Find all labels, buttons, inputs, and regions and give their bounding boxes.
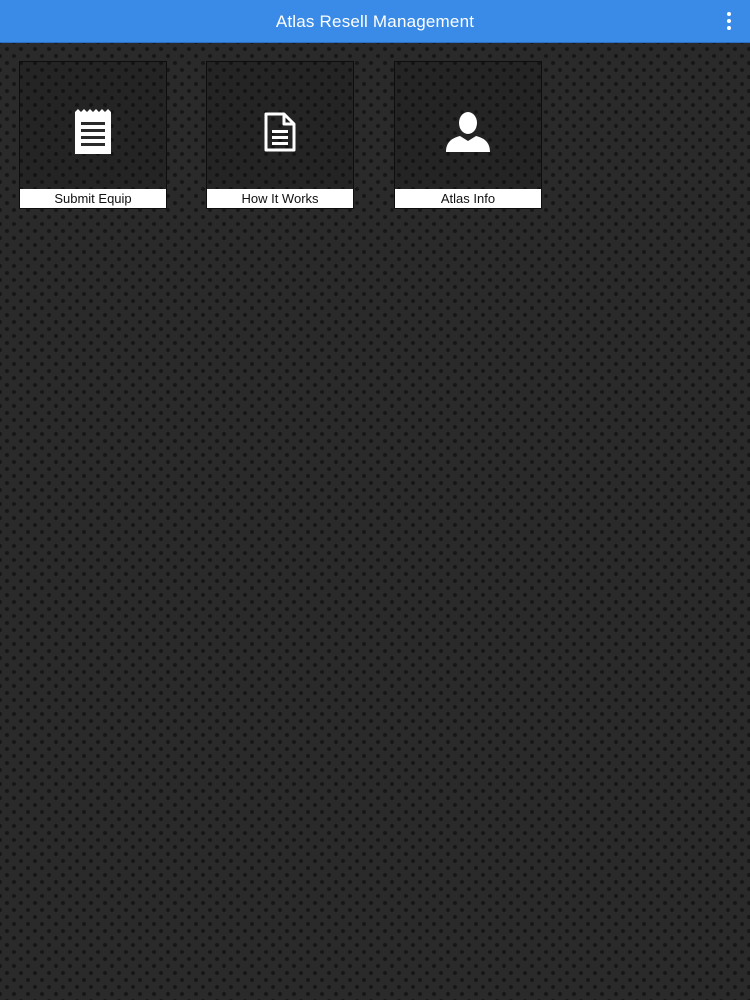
- document-icon: [207, 104, 353, 160]
- user-icon: [395, 104, 541, 160]
- tile-how-it-works[interactable]: How It Works: [206, 61, 354, 209]
- app-header: Atlas Resell Management: [0, 0, 750, 43]
- tile-atlas-info[interactable]: Atlas Info: [394, 61, 542, 209]
- app-title: Atlas Resell Management: [275, 12, 475, 31]
- tile-label: Atlas Info: [395, 189, 541, 208]
- overflow-menu-button[interactable]: [718, 8, 740, 34]
- tile-label: Submit Equip: [20, 189, 166, 208]
- tile-label: How It Works: [207, 189, 353, 208]
- tile-submit-equip[interactable]: Submit Equip: [19, 61, 167, 209]
- notepad-icon: [20, 104, 166, 160]
